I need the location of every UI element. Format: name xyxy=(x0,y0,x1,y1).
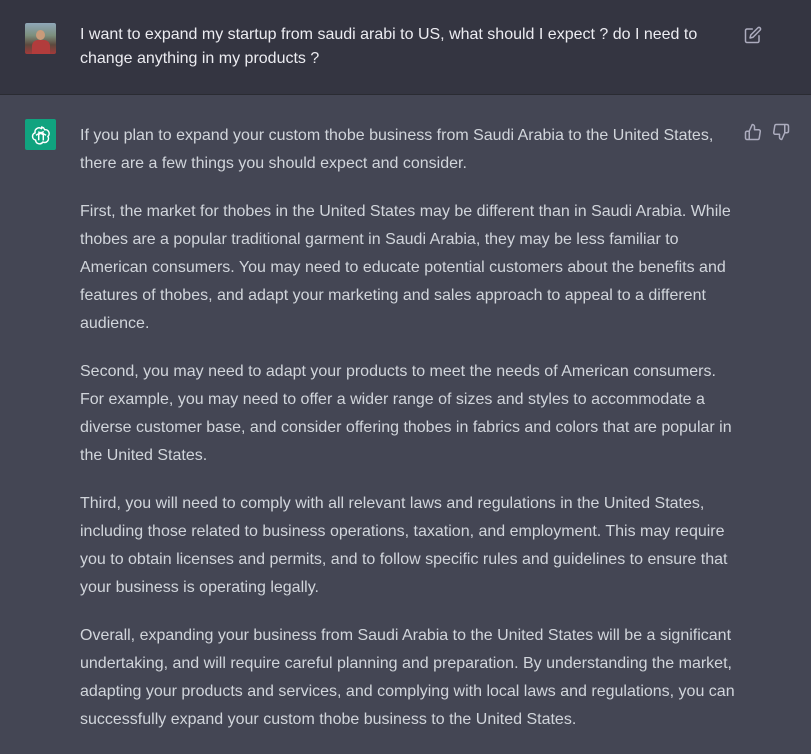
thumbs-down-icon[interactable] xyxy=(772,123,790,141)
assistant-message-text: If you plan to expand your custom thobe … xyxy=(80,122,736,754)
user-message-text: I want to expand my startup from saudi a… xyxy=(80,26,698,67)
edit-icon[interactable] xyxy=(744,26,762,44)
user-avatar xyxy=(25,23,56,54)
answer-paragraph: Second, you may need to adapt your produ… xyxy=(80,363,732,464)
openai-logo-icon xyxy=(31,125,50,145)
thumbs-up-icon[interactable] xyxy=(744,123,762,141)
answer-paragraph: First, the market for thobes in the Unit… xyxy=(80,203,731,332)
user-avatar-shirt xyxy=(32,40,50,54)
answer-paragraph: If you plan to expand your custom thobe … xyxy=(80,127,714,172)
answer-paragraph: Overall, expanding your business from Sa… xyxy=(80,627,735,728)
user-message-row: I want to expand my startup from saudi a… xyxy=(0,0,811,95)
assistant-message-row: If you plan to expand your custom thobe … xyxy=(0,95,811,744)
user-avatar-head xyxy=(36,30,45,40)
assistant-avatar xyxy=(25,119,56,150)
answer-paragraph: Third, you will need to comply with all … xyxy=(80,495,728,596)
